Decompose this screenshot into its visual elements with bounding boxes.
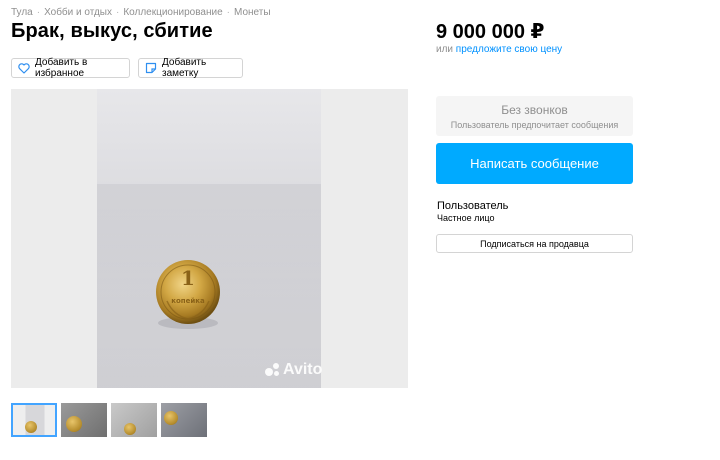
add-to-favorites-button[interactable]: Добавить в избранное: [11, 57, 130, 79]
thumbnail-1[interactable]: [11, 403, 57, 437]
listing-price: 9 000 000 ₽: [436, 21, 545, 43]
note-icon: [145, 62, 157, 74]
breadcrumb-item-collecting[interactable]: Коллекционирование: [123, 7, 222, 18]
coin-image: 1 копейка: [156, 260, 220, 329]
write-message-button[interactable]: Написать сообщение: [436, 143, 633, 184]
no-calls-subtitle: Пользователь предпочитает сообщения: [450, 120, 619, 130]
breadcrumb-item-hobby[interactable]: Хобби и отдых: [44, 7, 112, 18]
thumbnail-strip: [11, 403, 207, 437]
avito-logo-icon: [265, 363, 281, 377]
avito-watermark: Avito: [265, 361, 322, 379]
breadcrumb-item-coins[interactable]: Монеты: [234, 7, 271, 18]
listing-title: Брак, выкус, сбитие: [11, 20, 213, 42]
breadcrumb-separator: ·: [226, 7, 230, 18]
thumbnail-3[interactable]: [111, 403, 157, 437]
no-calls-notice: Без звонков Пользователь предпочитает со…: [436, 96, 633, 136]
add-note-label: Добавить заметку: [162, 57, 207, 79]
breadcrumb-separator: ·: [36, 7, 41, 18]
no-calls-title: Без звонков: [501, 103, 568, 117]
seller-type: Частное лицо: [437, 213, 495, 223]
offer-price-link[interactable]: предложите свою цену: [456, 44, 562, 55]
offer-price-line: или предложите свою цену: [436, 44, 562, 55]
thumbnail-4[interactable]: [161, 403, 207, 437]
coin-word: копейка: [171, 297, 205, 305]
thumbnail-2[interactable]: [61, 403, 107, 437]
coin-denomination: 1: [181, 266, 195, 290]
breadcrumb: Тула · Хобби и отдых · Коллекционировани…: [11, 7, 271, 18]
seller-name[interactable]: Пользователь: [437, 200, 508, 212]
main-photo-gallery[interactable]: 1 копейка Avito: [11, 89, 408, 388]
add-note-button[interactable]: Добавить заметку: [138, 57, 243, 79]
main-photo: 1 копейка: [97, 89, 321, 388]
breadcrumb-item-city[interactable]: Тула: [11, 7, 33, 18]
subscribe-to-seller-button[interactable]: Подписаться на продавца: [436, 234, 633, 253]
offer-prefix: или: [436, 44, 454, 55]
breadcrumb-separator: ·: [116, 7, 120, 18]
add-to-favorites-label: Добавить в избранное: [35, 57, 88, 79]
avito-watermark-text: Avito: [283, 361, 323, 378]
heart-icon: [18, 62, 30, 74]
